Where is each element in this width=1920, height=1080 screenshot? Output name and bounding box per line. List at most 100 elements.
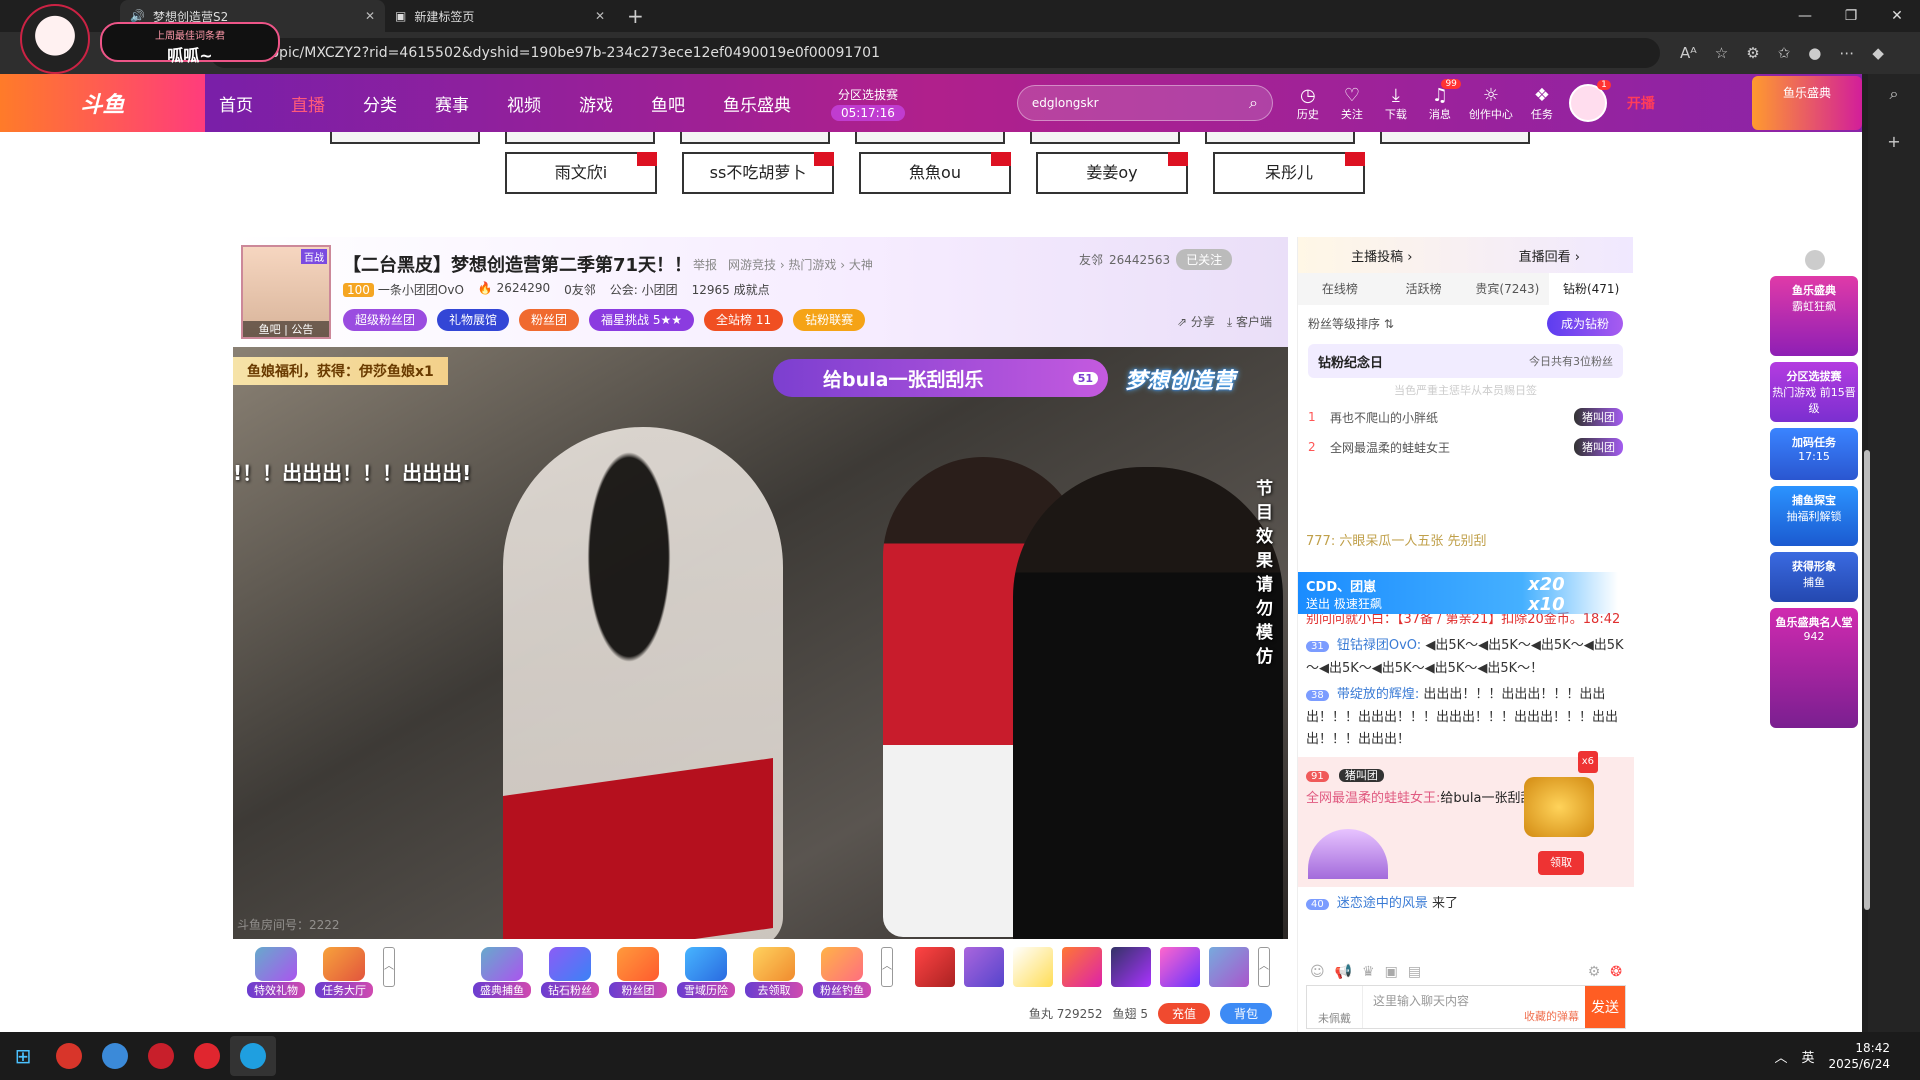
search-icon[interactable]: ⌕ — [1249, 93, 1258, 113]
taskbar-app-edge[interactable] — [230, 1036, 276, 1076]
activity-claim[interactable]: 去领取 — [745, 947, 803, 998]
collected-danmaku[interactable]: 收藏的弹幕 — [1524, 1008, 1579, 1024]
gift-item[interactable] — [1160, 947, 1200, 987]
new-tab-button[interactable]: + — [615, 4, 656, 28]
chat-user[interactable]: 带绽放的辉煌: — [1337, 687, 1419, 702]
replay-link[interactable]: 直播回看 › — [1519, 246, 1580, 265]
activity-snow-adventure[interactable]: 雪域历险 — [677, 947, 735, 998]
fan-sort-toggle[interactable]: 粉丝等级排序 ⇅ — [1308, 315, 1394, 332]
speaker-icon[interactable]: 📢 — [1335, 964, 1352, 980]
profile-icon[interactable]: ● — [1808, 44, 1821, 62]
image-icon[interactable]: ▣ — [1385, 964, 1398, 980]
gift-banner[interactable]: 给bula一张刮刮乐 51 — [773, 359, 1108, 397]
recharge-button[interactable]: 充值 — [1157, 1003, 1210, 1024]
page-scrollbar[interactable] — [1864, 450, 1870, 910]
tag-diamond-league[interactable]: 钻粉联赛 — [793, 309, 866, 331]
search-icon[interactable]: ⌕ — [1890, 84, 1899, 104]
chevron-up-icon[interactable]: ︿ — [1774, 1047, 1787, 1066]
gift-item[interactable] — [1013, 947, 1053, 987]
nav-events[interactable]: 赛事 — [435, 91, 469, 116]
search-input[interactable]: edglongskr ⌕ — [1016, 85, 1273, 121]
user-avatar[interactable]: 1 — [1568, 80, 1611, 122]
tag-lucky-challenge[interactable]: 福星挑战 5★★ — [589, 309, 695, 331]
more-icon[interactable]: ⋯ — [1839, 44, 1854, 62]
gift-item[interactable] — [964, 947, 1004, 987]
taskbar-app[interactable] — [138, 1036, 184, 1076]
chat-user[interactable]: 钮钴禄团OvO: — [1337, 638, 1421, 653]
chat-user[interactable]: 全网最温柔的蛙蛙女王: — [1306, 791, 1440, 806]
chat-input[interactable]: 这里输入聊天内容 收藏的弹幕 — [1363, 986, 1585, 1028]
tab-active-rank[interactable]: 活跃榜 — [1382, 273, 1466, 305]
nav-video[interactable]: 视频 — [507, 91, 541, 116]
anchor-avatar[interactable]: 百战 鱼吧 | 公告 — [241, 245, 331, 339]
activity-fishing[interactable]: 盛典捕鱼 — [473, 947, 531, 998]
task-button[interactable]: ❖ 任务 — [1527, 85, 1557, 122]
history-button[interactable]: ◷ 历史 — [1293, 85, 1323, 122]
gift-list-toggle[interactable]: ︿ — [1258, 947, 1270, 987]
crown-icon[interactable]: ♛ — [1362, 964, 1375, 980]
favorites-icon[interactable]: ✩ — [1778, 44, 1791, 62]
taskbar-app[interactable] — [46, 1036, 92, 1076]
treasure-chest-icon[interactable] — [1524, 777, 1594, 837]
tab-vip[interactable]: 贵宾(7243) — [1466, 273, 1550, 305]
tab-inactive[interactable]: ▣ 新建标签页 ✕ — [385, 0, 615, 32]
tag-site-rank[interactable]: 全站榜 11 — [704, 309, 784, 331]
gift-item[interactable] — [1062, 947, 1102, 987]
site-logo[interactable]: 斗鱼 — [0, 74, 205, 132]
badge-selector[interactable]: 未佩戴 — [1307, 986, 1363, 1028]
minimize-icon[interactable]: — — [1782, 8, 1828, 24]
nav-home[interactable]: 首页 — [219, 91, 253, 116]
activity-fan-club[interactable]: 粉丝团 — [609, 947, 667, 998]
tab-diamond[interactable]: 钻粉(471) — [1549, 273, 1633, 305]
start-live-button[interactable]: 开播 — [1627, 93, 1655, 113]
chat-user[interactable]: 迷恋途中的风景 — [1337, 896, 1428, 911]
become-diamond-button[interactable]: 成为钻粉 — [1546, 311, 1623, 336]
gift-bar-toggle[interactable]: ︿ — [383, 947, 395, 987]
clock[interactable]: 18:42 2025/6/24 — [1828, 1040, 1890, 1072]
red-packet-icon[interactable]: ❂ — [1610, 964, 1622, 980]
backpack-button[interactable]: 背包 — [1219, 1003, 1272, 1024]
creator-center-button[interactable]: ☼ 创作中心 — [1469, 85, 1513, 122]
tab-close-icon[interactable]: ✕ — [595, 9, 605, 23]
nav-live[interactable]: 直播 — [291, 91, 325, 116]
download-button[interactable]: ⤓ 下载 — [1381, 85, 1411, 122]
settings-icon[interactable]: ⚙ — [1588, 964, 1601, 980]
extension-icon[interactable]: ⚙ — [1746, 44, 1759, 62]
taskbar-app[interactable] — [92, 1036, 138, 1076]
copilot-icon[interactable]: ◆ — [1872, 44, 1884, 62]
send-button[interactable]: 发送 — [1585, 986, 1625, 1028]
guild-name[interactable]: 公会: 小团团 — [610, 281, 678, 298]
claim-button[interactable]: 领取 — [1538, 851, 1584, 875]
notice-link[interactable]: 公告 — [291, 323, 313, 336]
nav-games[interactable]: 游戏 — [579, 91, 613, 116]
gift-item[interactable] — [915, 947, 955, 987]
tag-gift-gallery[interactable]: 礼物展馆 — [437, 309, 510, 331]
activity-card[interactable]: 分区选拔赛 热门游戏 前15晋级 — [1770, 362, 1858, 422]
effect-gift-button[interactable]: 特效礼物 — [247, 947, 305, 998]
friends-count[interactable]: 0友邻 — [564, 281, 596, 298]
emoji-icon[interactable]: ☺ — [1310, 964, 1325, 980]
tab-online[interactable]: 在线榜 — [1298, 273, 1382, 305]
activity-card[interactable]: 鱼乐盛典 霸虹狂飙 — [1770, 276, 1858, 356]
input-language[interactable]: 英 — [1801, 1047, 1814, 1066]
contest-countdown[interactable]: 分区选拔赛 05:17:16 — [831, 86, 905, 121]
gift-item[interactable] — [1209, 947, 1249, 987]
tag-super-fans[interactable]: 超级粉丝团 — [343, 309, 428, 331]
tool-icon[interactable]: ▤ — [1408, 964, 1421, 980]
close-window-icon[interactable]: ✕ — [1874, 8, 1920, 24]
video-player[interactable]: 鱼娘福利，获得：伊莎鱼娘x1 给bula一张刮刮乐 51 梦想创造营 !！！出出… — [233, 347, 1288, 939]
activity-card[interactable]: 获得形象 捕鱼 — [1770, 552, 1858, 602]
activity-diamond-fans[interactable]: 钻石粉丝 — [541, 947, 599, 998]
diamond-memorial[interactable]: 钻粉纪念日 今日共有3位粉丝 — [1308, 344, 1623, 378]
activity-card[interactable]: 加码任务 17:15 — [1770, 428, 1858, 480]
restore-icon[interactable]: ❐ — [1828, 8, 1874, 24]
anchor-posts-link[interactable]: 主播投稿 › — [1351, 246, 1412, 265]
activity-toggle[interactable]: ︿ — [881, 947, 893, 987]
tab-close-icon[interactable]: ✕ — [365, 9, 375, 23]
yuba-link[interactable]: 鱼吧 — [259, 323, 281, 336]
url-field[interactable]: topic/MXCZY2?rid=4615502&dyshid=190be97b… — [210, 38, 1660, 68]
windows-start-icon[interactable]: ⊞ — [0, 1044, 46, 1068]
add-icon[interactable]: + — [1887, 132, 1900, 151]
share-button[interactable]: ⇗ 分享 — [1177, 313, 1215, 330]
rank-row[interactable]: 2 全网最温柔的蛙蛙女王 猪叫团 — [1298, 432, 1633, 462]
